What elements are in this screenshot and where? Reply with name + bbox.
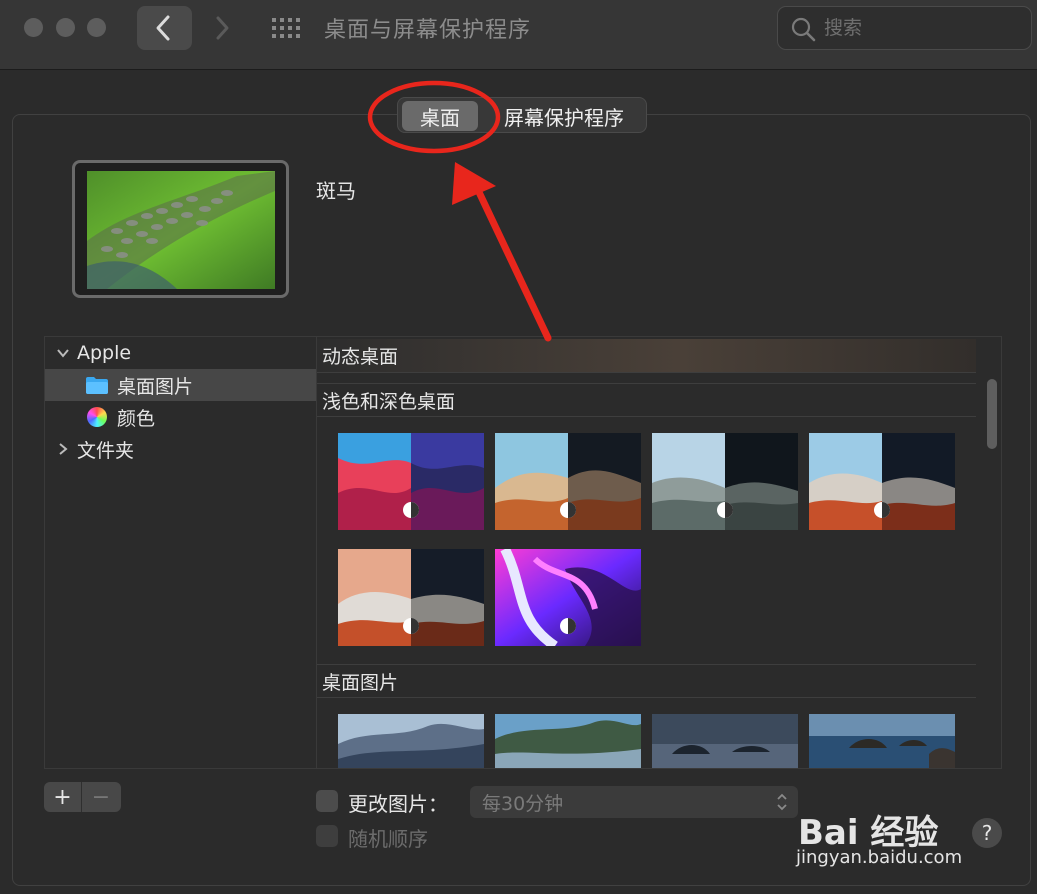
wallpaper-name: 斑马 (316, 179, 356, 203)
scrollbar-thumb[interactable] (987, 379, 997, 449)
zoom-window-button[interactable] (87, 18, 106, 37)
change-picture-checkbox[interactable] (316, 790, 338, 812)
tab-screen-saver[interactable]: 屏幕保护程序 (484, 101, 644, 131)
chevron-right-icon[interactable] (53, 439, 73, 459)
section-light-dark-desktop[interactable]: 浅色和深色桌面 (317, 383, 976, 417)
back-button[interactable] (137, 6, 192, 50)
sidebar-item-folders[interactable]: 文件夹 (45, 433, 316, 465)
search-input[interactable] (824, 15, 1014, 41)
wallpaper-thumb[interactable] (809, 433, 955, 530)
chevron-left-icon (156, 15, 170, 41)
up-down-arrows-icon (777, 793, 787, 811)
interval-value: 每30分钟 (482, 792, 564, 815)
change-picture-label: 更改图片： (348, 792, 448, 816)
tab-control: 桌面 屏幕保护程序 (397, 97, 647, 133)
wallpaper-thumb[interactable] (495, 714, 641, 768)
chevron-right-icon (216, 16, 229, 40)
grid-icon (272, 18, 300, 38)
random-order-label: 随机顺序 (348, 827, 428, 851)
tab-desktop[interactable]: 桌面 (402, 101, 478, 131)
sidebar-item-label: 颜色 (117, 407, 156, 430)
show-all-button[interactable] (270, 14, 302, 42)
window-title: 桌面与屏幕保护程序 (324, 18, 532, 43)
add-remove-control: + − (44, 782, 121, 812)
baidu-watermark-url: jingyan.baidu.com (796, 847, 963, 868)
add-folder-button[interactable]: + (44, 782, 82, 812)
wallpaper-thumb[interactable] (495, 433, 641, 530)
wallpaper-preview (72, 160, 289, 298)
wallpaper-thumb[interactable] (338, 433, 484, 530)
wallpaper-thumb[interactable] (338, 549, 484, 646)
sidebar-item-colors[interactable]: 颜色 (45, 401, 316, 433)
chevron-down-icon[interactable] (53, 343, 73, 363)
close-window-button[interactable] (24, 18, 43, 37)
color-wheel-icon (87, 407, 107, 427)
search-field[interactable] (777, 6, 1032, 50)
wallpaper-thumb[interactable] (652, 433, 798, 530)
title-bar: 桌面与屏幕保护程序 (0, 0, 1037, 70)
forward-button[interactable] (203, 6, 243, 50)
source-list: Apple 桌面图片 颜色 文件夹 (44, 336, 317, 769)
minimize-window-button[interactable] (56, 18, 75, 37)
interval-select[interactable]: 每30分钟 (470, 786, 798, 818)
sidebar-item-label: 文件夹 (77, 439, 135, 462)
search-icon (791, 17, 816, 42)
remove-folder-button[interactable]: − (82, 782, 120, 812)
wallpaper-browser: 动态桌面 浅色和深色桌面 桌面图片 (316, 336, 1002, 769)
sidebar-item-desktop-pictures[interactable]: 桌面图片 (45, 369, 316, 401)
sidebar-item-label: 桌面图片 (117, 375, 194, 398)
random-order-checkbox[interactable] (316, 825, 338, 847)
folder-icon (86, 377, 108, 394)
help-button[interactable]: ? (972, 818, 1002, 848)
wallpaper-thumb[interactable] (495, 549, 641, 646)
section-desktop-pictures[interactable]: 桌面图片 (317, 664, 976, 698)
wallpaper-thumb[interactable] (809, 714, 955, 768)
zebra-wallpaper-image (87, 171, 275, 289)
wallpaper-thumb[interactable] (338, 714, 484, 768)
wallpaper-thumb[interactable] (652, 714, 798, 768)
section-dynamic-desktop[interactable]: 动态桌面 (317, 339, 976, 373)
sidebar-item-label: Apple (77, 342, 132, 364)
sidebar-item-apple[interactable]: Apple (45, 337, 316, 369)
